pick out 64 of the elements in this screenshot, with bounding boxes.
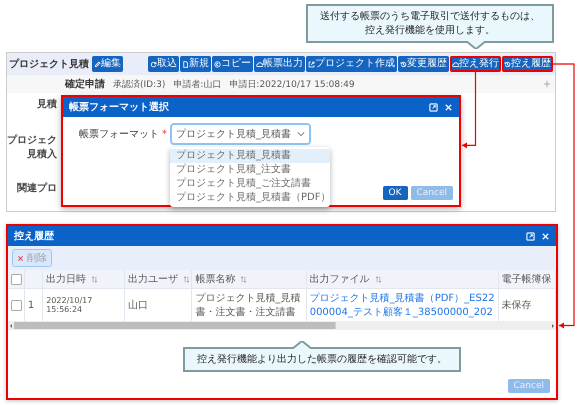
toolbar-button[interactable]: 変更履歴 <box>398 56 449 72</box>
dropdown-option[interactable]: プロジェクト見積_注文書 <box>170 163 330 177</box>
column-label: 出力日時 <box>46 272 88 286</box>
close-icon <box>541 232 550 240</box>
dropdown-option[interactable]: プロジェクト見積_見積書 <box>170 149 330 163</box>
column-header[interactable]: 帳票名称 <box>192 270 306 288</box>
ok-button[interactable]: OK <box>382 186 408 200</box>
history-icon <box>400 60 407 68</box>
close-icon <box>444 102 453 112</box>
history-icon <box>504 60 511 68</box>
close-icon <box>17 254 24 262</box>
column-header[interactable]: 出力ユーザ <box>124 270 192 288</box>
right-arrow-icon <box>550 322 556 328</box>
toolbar-button[interactable]: 控え履歴 <box>502 56 553 72</box>
page-title: プロジェクト見積 <box>9 57 89 71</box>
status-text: 承認済(ID:3) <box>113 78 166 90</box>
copy-icon <box>214 60 221 68</box>
field-label: 見積入 <box>27 148 57 161</box>
checkbox[interactable] <box>11 300 22 310</box>
document-icon <box>182 60 189 68</box>
left-arrow-icon <box>8 322 14 328</box>
field-label: 見積 <box>37 98 57 111</box>
callout-pointer <box>466 41 486 49</box>
field-label: プロジェク <box>7 133 57 147</box>
required-mark: * <box>162 128 167 140</box>
checkbox[interactable] <box>11 274 22 284</box>
edit-button[interactable]: 編集 <box>92 56 123 72</box>
sort-icon <box>182 276 190 282</box>
dropdown-option[interactable]: プロジェクト見積_見積書（PDF） <box>170 191 330 205</box>
toolbar-button[interactable]: 新規 <box>180 56 211 72</box>
callout-pointer <box>292 340 312 348</box>
external-link-icon <box>308 60 315 68</box>
column-label: 出力ユーザ <box>128 272 179 286</box>
toolbar-button[interactable]: 取込 <box>148 56 179 72</box>
field-label: 帳票フォーマット <box>79 128 159 141</box>
column-label: 帳票名称 <box>195 273 236 286</box>
dialog-title: 控え履歴 <box>14 230 55 243</box>
cloud-icon <box>256 60 263 68</box>
sort-icon <box>240 276 248 282</box>
column-header[interactable]: 出力ファイル <box>306 270 498 288</box>
column-label: 出力ファイル <box>310 272 371 286</box>
sort-icon <box>374 276 382 282</box>
date-text: 申請日:2022/10/17 15:08:49 <box>229 78 355 90</box>
horizontal-scrollbar[interactable] <box>8 321 556 330</box>
chevron-icon <box>297 131 305 137</box>
field-label: 関連プロ <box>17 181 57 195</box>
pencil-icon <box>94 60 101 68</box>
toolbar-button[interactable]: 帳票出力 <box>254 56 305 72</box>
toolbar-button[interactable]: 控え発行 <box>450 56 501 72</box>
toolbar-button[interactable]: プロジェクト作成 <box>306 56 397 72</box>
sort-icon <box>91 276 98 282</box>
dropdown-option[interactable]: プロジェクト見積_ご注文請書 <box>170 177 330 191</box>
refresh-icon <box>150 60 157 68</box>
toolbar-button[interactable]: コピー <box>212 56 253 72</box>
maximize-icon <box>526 232 535 240</box>
applicant-text: 申請者:山口 <box>173 78 222 90</box>
plus-icon <box>543 80 551 88</box>
cloud-icon <box>452 60 459 68</box>
column-label: 電子帳簿保 <box>502 273 553 286</box>
column-header[interactable]: 出力日時 <box>42 270 124 288</box>
field-label: 確定申請 <box>65 77 105 91</box>
maximize-icon <box>429 102 438 112</box>
dialog-title: 帳票フォーマット選択 <box>69 100 170 114</box>
column-header[interactable]: 電子帳簿保 <box>498 270 556 288</box>
